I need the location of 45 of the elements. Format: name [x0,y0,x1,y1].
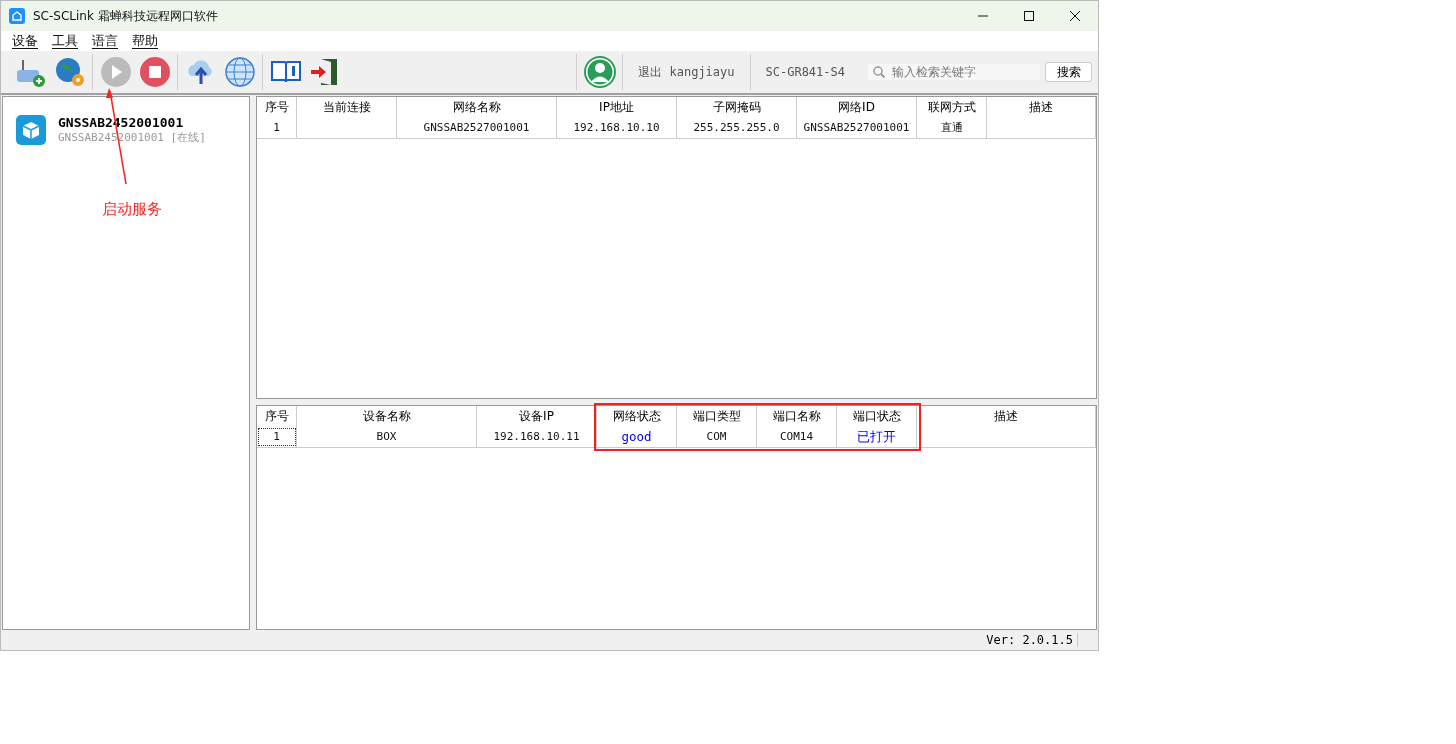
table-cell: 1 [257,427,297,447]
column-header[interactable]: 网络状态 [597,406,677,427]
table-cell: COM [677,427,757,447]
search-icon [873,66,885,78]
column-header[interactable]: 端口状态 [837,406,917,427]
column-header[interactable]: 网络名称 [397,97,557,118]
search-field[interactable]: 输入检索关键字 [867,63,1041,81]
column-header[interactable]: IP地址 [557,97,677,118]
logout-link[interactable]: 退出 kangjiayu [626,63,747,81]
table-cell: 255.255.255.0 [677,118,797,138]
table-cell: GNSSAB2527001001 [797,118,917,138]
table-cell: good [621,429,652,444]
menu-item[interactable]: 语言 [85,31,125,51]
version-label: Ver: 2.0.1.5 [986,633,1078,647]
app-icon [9,8,25,24]
menu-item[interactable]: 帮助 [125,31,165,51]
table-cell: 直通 [917,118,987,138]
close-icon [1070,11,1080,21]
table-cell: 192.168.10.11 [477,427,597,447]
table-cell: 1 [257,118,297,138]
column-header[interactable]: 序号 [257,97,297,118]
column-header[interactable]: 序号 [257,406,297,427]
column-header[interactable]: 描述 [987,97,1096,118]
column-header[interactable]: 联网方式 [917,97,987,118]
maximize-icon [1024,11,1034,21]
search-button[interactable]: 搜索 [1045,62,1092,82]
column-header[interactable]: 设备名称 [297,406,477,427]
table-cell: 192.168.10.10 [557,118,677,138]
table-cell: BOX [297,427,477,447]
column-header[interactable]: 描述 [917,406,1096,427]
window-title: SC-SCLink 霜蝉科技远程网口软件 [33,7,218,25]
column-header[interactable]: 子网掩码 [677,97,797,118]
device-model: SC-GR841-S4 [764,65,846,79]
column-header[interactable]: 端口名称 [757,406,837,427]
table-cell: GNSSAB2527001001 [397,118,557,138]
column-header[interactable]: 端口类型 [677,406,757,427]
column-header[interactable]: 当前连接 [297,97,397,118]
menu-item[interactable]: 设备 [5,31,45,51]
table-cell: 已打开 [857,429,896,444]
cube-icon [16,115,46,145]
column-header[interactable]: 网络ID [797,97,917,118]
menu-item[interactable]: 工具 [45,31,85,51]
table-cell: COM14 [757,427,837,447]
column-header[interactable]: 设备IP [477,406,597,427]
annotation-label: 启动服务 [102,200,162,219]
